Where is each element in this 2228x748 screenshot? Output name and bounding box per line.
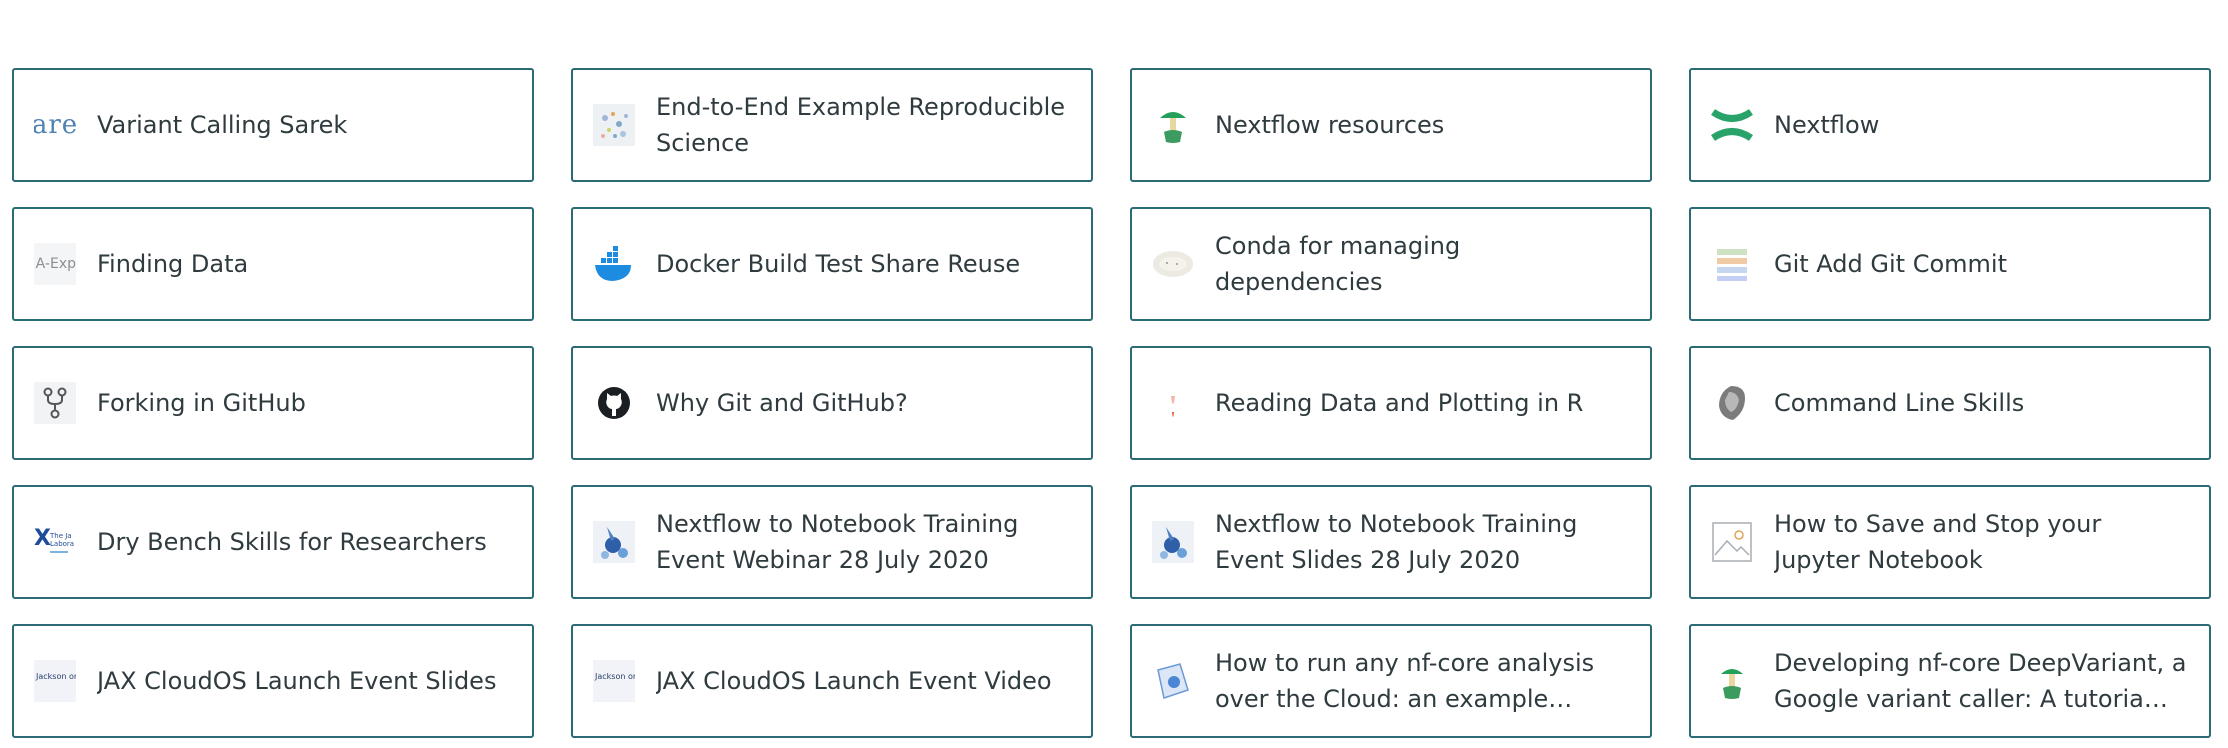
nf-core-apple-icon xyxy=(1711,660,1753,702)
resource-card[interactable]: How to run any nf-core analysis over the… xyxy=(1130,624,1652,738)
nextflow-logo-icon xyxy=(1711,104,1753,146)
resource-card-title: Finding Data xyxy=(97,250,249,278)
resource-card-title: Dry Bench Skills for Researchers xyxy=(97,528,487,556)
resource-card-grid: are Variant Calling Sarek End-to-End Exa… xyxy=(12,68,2211,738)
svg-text:Labora: Labora xyxy=(50,540,74,548)
cloud-analysis-icon xyxy=(1152,660,1194,702)
scatter-thumbnail-icon xyxy=(593,104,635,146)
sarek-logo-icon: are xyxy=(34,110,76,140)
resource-card-title: Conda for managing dependencies xyxy=(1215,232,1461,296)
resource-card[interactable]: Nextflow xyxy=(1689,68,2211,182)
svg-text:X: X xyxy=(34,526,51,551)
resource-card-title: JAX CloudOS Launch Event Video xyxy=(656,667,1052,695)
resource-card[interactable]: Nextflow to Notebook Training Event Slid… xyxy=(1130,485,1652,599)
resource-card[interactable]: Git Add Git Commit xyxy=(1689,207,2211,321)
resource-card-title: Nextflow to Notebook Training Event Slid… xyxy=(1215,510,1578,574)
resource-card-title: Nextflow xyxy=(1774,111,1880,139)
resource-card-title: Forking in GitHub xyxy=(97,389,306,417)
resource-card[interactable]: Why Git and GitHub? xyxy=(571,346,1093,460)
resource-card[interactable]: Docker Build Test Share Reuse xyxy=(571,207,1093,321)
resource-card-title: Command Line Skills xyxy=(1774,389,2025,417)
git-diagram-icon xyxy=(1711,243,1753,285)
resource-card[interactable]: A-Exp Finding Data xyxy=(12,207,534,321)
jax-logo-icon: X The Ja Labora xyxy=(34,521,76,563)
resource-card[interactable]: are Variant Calling Sarek xyxy=(12,68,534,182)
resource-card-title: Docker Build Test Share Reuse xyxy=(656,250,1021,278)
resource-card[interactable]: Command Line Skills xyxy=(1689,346,2211,460)
resource-card[interactable]: Jackson oratory JAX CloudOS Launch Event… xyxy=(12,624,534,738)
resource-card[interactable]: Jackson oratory JAX CloudOS Launch Event… xyxy=(571,624,1093,738)
resource-card[interactable]: X The Ja Labora Dry Bench Skills for Res… xyxy=(12,485,534,599)
resource-card[interactable]: Nextflow to Notebook Training Event Webi… xyxy=(571,485,1093,599)
nf-core-apple-icon xyxy=(1152,104,1194,146)
resource-card-title: How to Save and Stop your Jupyter Notebo… xyxy=(1774,510,2102,574)
resource-card[interactable]: How to Save and Stop your Jupyter Notebo… xyxy=(1689,485,2211,599)
nextflow-notebook-icon xyxy=(1152,521,1194,563)
data-explorer-thumbnail-icon: A-Exp xyxy=(34,243,76,285)
resource-card-title: Reading Data and Plotting in R xyxy=(1215,389,1584,417)
svg-text:Jackson oratory: Jackson oratory xyxy=(35,672,76,681)
git-fork-icon xyxy=(34,382,76,424)
docker-whale-icon xyxy=(593,243,635,285)
resource-card-title: Nextflow to Notebook Training Event Webi… xyxy=(656,510,1019,574)
svg-text:The Ja: The Ja xyxy=(49,532,72,540)
svg-text:Jackson oratory: Jackson oratory xyxy=(594,672,635,681)
image-placeholder-icon xyxy=(1711,521,1753,563)
resource-card-title: Nextflow resources xyxy=(1215,111,1445,139)
command-line-thumbnail-icon xyxy=(1711,382,1753,424)
resource-card-title: Git Add Git Commit xyxy=(1774,250,2007,278)
resource-card-title: Variant Calling Sarek xyxy=(97,111,348,139)
resource-card-title: How to run any nf-core analysis over the… xyxy=(1215,649,1595,713)
resource-card[interactable]: Forking in GitHub xyxy=(12,346,534,460)
nextflow-notebook-icon xyxy=(593,521,635,563)
resource-card[interactable]: Reading Data and Plotting in R xyxy=(1130,346,1652,460)
resource-card[interactable]: Developing nf-core DeepVariant, a Google… xyxy=(1689,624,2211,738)
resource-card-title: End-to-End Example Reproducible Science xyxy=(656,93,1066,157)
resource-card-title: Developing nf-core DeepVariant, a Google… xyxy=(1774,649,2187,713)
r-plot-thumbnail-icon xyxy=(1152,382,1194,424)
resource-card-title: JAX CloudOS Launch Event Slides xyxy=(97,667,497,695)
resource-card[interactable]: Conda for managing dependencies xyxy=(1130,207,1652,321)
conda-thumbnail-icon xyxy=(1152,243,1194,285)
resource-card[interactable]: Nextflow resources xyxy=(1130,68,1652,182)
resource-card-title: Why Git and GitHub? xyxy=(656,389,908,417)
jackson-laboratory-icon: Jackson oratory xyxy=(593,660,635,702)
resource-card[interactable]: End-to-End Example Reproducible Science xyxy=(571,68,1093,182)
jackson-laboratory-icon: Jackson oratory xyxy=(34,660,76,702)
github-octocat-icon xyxy=(593,382,635,424)
